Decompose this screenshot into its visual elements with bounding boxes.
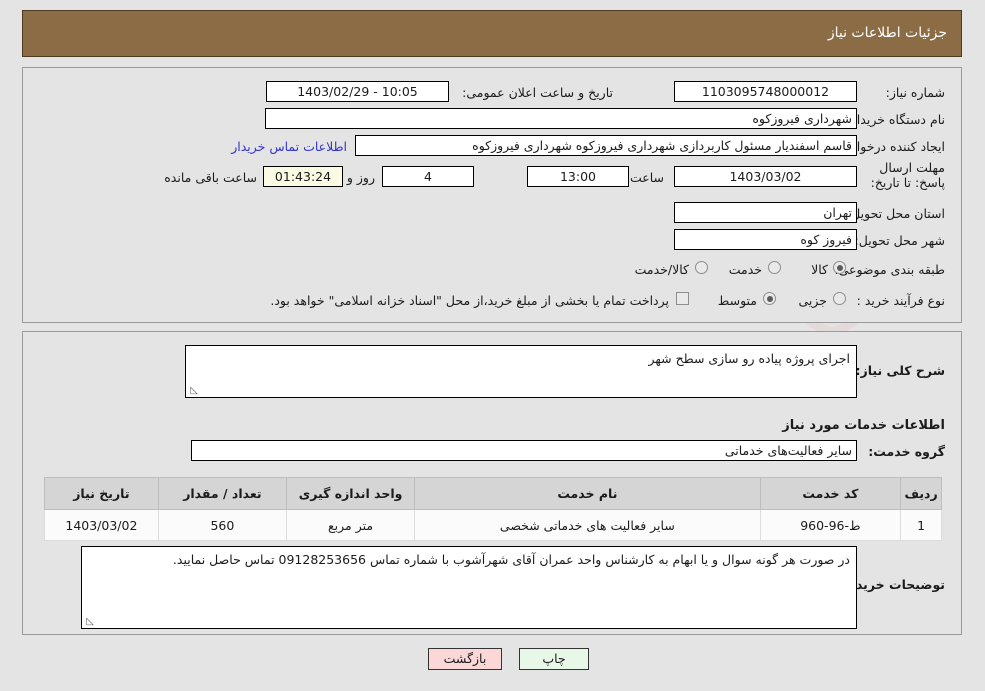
radio-process-1-label: متوسط: [717, 293, 757, 308]
resize-grip-icon[interactable]: ◺: [188, 386, 198, 396]
textarea-buyer-notes[interactable]: در صورت هر گونه سوال و یا ابهام به کارشن…: [81, 546, 857, 629]
cell-row-no: 1: [900, 509, 942, 541]
label-treasury-docs: پرداخت تمام یا بخشی از مبلغ خرید،از محل …: [270, 293, 669, 308]
radio-category-2-label: کالا/خدمت: [634, 262, 689, 277]
general-desc-text: اجرای پروژه پیاده رو سازی سطح شهر: [648, 351, 850, 366]
page-header-bar: جزئیات اطلاعات نیاز: [22, 10, 962, 57]
th-service-name: نام خدمت: [414, 477, 761, 510]
field-city: فیروز کوه: [674, 229, 857, 250]
label-deadline: مهلت ارسال پاسخ: تا تاریخ:: [870, 160, 945, 190]
radio-category-1-label: خدمت: [728, 262, 762, 277]
back-button[interactable]: بازگشت: [428, 648, 502, 670]
th-service-code: کد خدمت: [759, 477, 902, 510]
th-quantity: تعداد / مقدار: [157, 477, 287, 510]
th-unit: واحد اندازه گیری: [285, 477, 416, 510]
label-city: شهر محل تحویل:: [854, 233, 945, 248]
label-service-group: گروه خدمت:: [868, 444, 945, 459]
field-deadline-date: 1403/03/02: [674, 166, 857, 187]
need-info-panel: شماره نیاز: 1103095748000012 تاریخ و ساع…: [22, 67, 962, 323]
label-days-and: روز و: [346, 170, 375, 185]
label-process: نوع فرآیند خرید :: [856, 293, 945, 308]
cell-quantity: 560: [157, 509, 287, 541]
radio-category-1[interactable]: [768, 261, 781, 274]
label-category: طبقه بندی موضوعی:: [834, 262, 945, 277]
radio-category-2[interactable]: [695, 261, 708, 274]
page-title: جزئیات اطلاعات نیاز: [827, 25, 947, 41]
service-items-table: ردیف کد خدمت نام خدمت واحد اندازه گیری ت…: [44, 477, 942, 541]
cell-service-name: سایر فعالیت های خدماتی شخصی: [414, 509, 761, 541]
cell-need-date: 1403/03/02: [44, 509, 159, 541]
label-public-announce: تاریخ و ساعت اعلان عمومی:: [462, 85, 613, 100]
table-row: 1 ط-96-960 سایر فعالیت های خدماتی شخصی م…: [44, 509, 942, 541]
radio-process-1[interactable]: [763, 292, 776, 305]
label-need-number: شماره نیاز:: [885, 85, 945, 100]
textarea-general-desc[interactable]: اجرای پروژه پیاده رو سازی سطح شهر ◺: [185, 345, 857, 398]
print-button[interactable]: چاپ: [519, 648, 589, 670]
resize-grip-icon-2[interactable]: ◺: [84, 617, 94, 627]
field-need-number: 1103095748000012: [674, 81, 857, 102]
th-need-date: تاریخ نیاز: [44, 477, 159, 510]
cell-service-code: ط-96-960: [759, 509, 902, 541]
checkbox-treasury-docs[interactable]: [676, 292, 689, 305]
radio-process-0-label: جزیی: [798, 293, 827, 308]
radio-process-0[interactable]: [833, 292, 846, 305]
label-province: استان محل تحویل:: [846, 206, 945, 221]
label-remaining: ساعت باقی مانده: [164, 170, 257, 185]
field-public-announce: 1403/02/29 - 10:05: [266, 81, 449, 102]
label-general-desc: شرح کلی نیاز:: [855, 363, 945, 378]
field-province: تهران: [674, 202, 857, 223]
radio-category-0[interactable]: [833, 261, 846, 274]
label-hour: ساعت: [629, 170, 664, 185]
cell-unit: متر مربع: [285, 509, 416, 541]
table-header-row: ردیف کد خدمت نام خدمت واحد اندازه گیری ت…: [44, 477, 942, 510]
field-remaining-days: 4: [382, 166, 474, 187]
th-row-no: ردیف: [900, 477, 942, 510]
services-section-title: اطلاعات خدمات مورد نیاز: [782, 418, 945, 433]
field-requester: قاسم اسفندیار مسئول کاربردازی شهرداری فی…: [355, 135, 857, 156]
field-countdown: 01:43:24: [263, 166, 343, 187]
radio-category-0-label: کالا: [811, 262, 828, 277]
buyer-contact-link[interactable]: اطلاعات تماس خریدار: [231, 139, 347, 154]
field-deadline-time: 13:00: [527, 166, 629, 187]
label-buyer-org: نام دستگاه خریدار:: [846, 112, 945, 127]
buyer-notes-text: در صورت هر گونه سوال و یا ابهام به کارشن…: [172, 552, 850, 567]
field-buyer-org: شهرداری فیروزکوه: [265, 108, 857, 129]
field-service-group: سایر فعالیت‌های خدماتی: [191, 440, 857, 461]
